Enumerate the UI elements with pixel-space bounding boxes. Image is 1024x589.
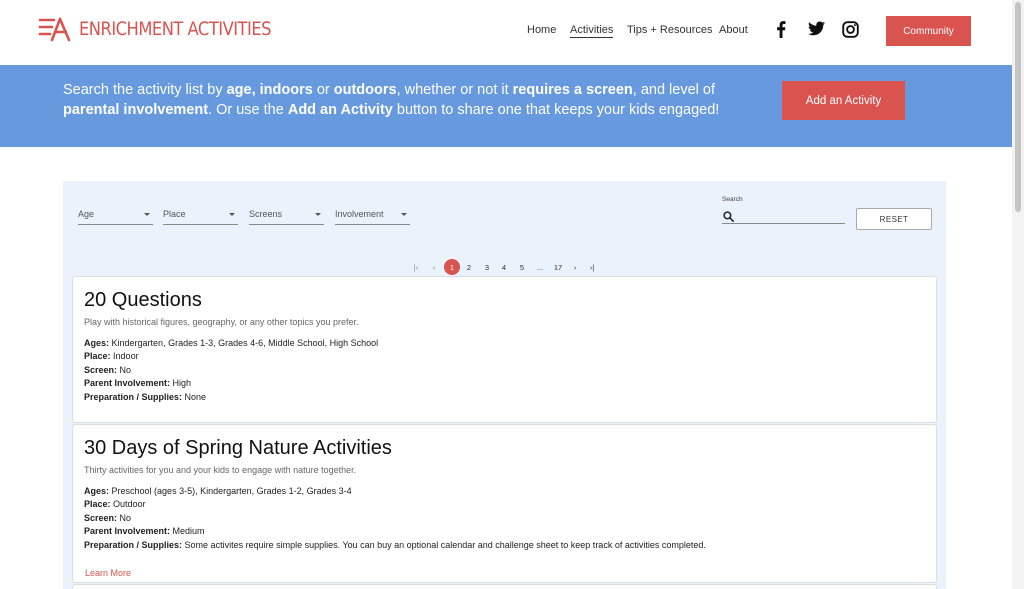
activity-title: 30 Days of Spring Nature Activities [84, 437, 392, 459]
age-filter-select[interactable]: Age [78, 209, 153, 225]
page-17-button[interactable]: 17 [551, 259, 565, 275]
screens-filter-label: Screens [249, 209, 283, 219]
site-header: ENRICHMENT ACTIVITIES Home Activities Ti… [0, 0, 1012, 65]
activity-involvement: Parent Involvement: High [84, 378, 192, 388]
learn-more-link[interactable]: Learn More [85, 568, 131, 578]
activity-card [72, 584, 937, 589]
intro-banner: Search the activity list by age, indoors… [0, 65, 1012, 147]
page-ellipsis: ... [536, 262, 544, 272]
nav-home[interactable]: Home [527, 24, 556, 36]
logo-mark-icon [38, 17, 71, 42]
nav-about[interactable]: About [719, 24, 748, 36]
activity-place: Place: Indoor [84, 351, 139, 361]
reset-button[interactable]: RESET [856, 208, 932, 230]
activity-place: Place: Outdoor [84, 499, 146, 509]
activity-involvement: Parent Involvement: Medium [84, 526, 205, 536]
page-scrollbar[interactable] [1012, 0, 1024, 589]
facebook-icon[interactable] [776, 21, 786, 43]
page-2-button[interactable]: 2 [464, 259, 474, 275]
nav-tips-resources[interactable]: Tips + Resources [627, 24, 713, 36]
screens-filter-select[interactable]: Screens [249, 209, 324, 225]
prev-page-icon[interactable]: ‹ [429, 259, 439, 275]
involvement-filter-select[interactable]: Involvement [335, 209, 410, 225]
activity-description: Play with historical figures, geography,… [84, 317, 359, 327]
place-filter-select[interactable]: Place [163, 209, 238, 225]
involvement-filter-label: Involvement [335, 209, 384, 219]
first-page-icon[interactable]: |‹ [411, 259, 421, 275]
search-input[interactable] [738, 208, 843, 222]
place-filter-label: Place [163, 209, 186, 219]
activity-description: Thirty activities for you and your kids … [84, 465, 357, 475]
chevron-down-icon [315, 213, 321, 216]
activity-screen: Screen: No [84, 513, 132, 523]
age-filter-label: Age [78, 209, 95, 219]
activity-ages: Ages: Kindergarten, Grades 1-3, Grades 4… [84, 338, 379, 348]
page-5-button[interactable]: 5 [517, 259, 527, 275]
instagram-icon[interactable] [842, 21, 859, 43]
last-page-icon[interactable]: ›| [586, 259, 598, 275]
nav-activities[interactable]: Activities [570, 24, 614, 38]
activity-preparation: Preparation / Supplies: Some activites r… [84, 540, 706, 550]
activity-title: 20 Questions [84, 289, 202, 311]
community-button[interactable]: Community [886, 16, 971, 46]
page-4-button[interactable]: 4 [499, 259, 509, 275]
page-1-button[interactable]: 1 [444, 259, 460, 275]
search-icon [723, 209, 734, 227]
activity-ages: Ages: Preschool (ages 3-5), Kindergarten… [84, 486, 352, 496]
pagination: |‹ ‹ 1 2 3 4 5 ... 17 › ›| [0, 259, 1012, 275]
site-logo[interactable]: ENRICHMENT ACTIVITIES [38, 16, 302, 42]
activity-card: 20 Questions Play with historical figure… [72, 276, 937, 423]
chevron-down-icon [144, 213, 150, 216]
scrollbar-thumb[interactable] [1015, 2, 1021, 212]
next-page-icon[interactable]: › [570, 259, 580, 275]
brand-name: ENRICHMENT ACTIVITIES [79, 18, 272, 40]
activity-screen: Screen: No [84, 365, 132, 375]
page-3-button[interactable]: 3 [482, 259, 492, 275]
activity-preparation: Preparation / Supplies: None [84, 392, 207, 402]
banner-text: Search the activity list by age, indoors… [63, 82, 720, 118]
chevron-down-icon [229, 213, 235, 216]
search-label: Search [722, 196, 743, 203]
activity-card: 30 Days of Spring Nature Activities Thir… [72, 424, 937, 583]
chevron-down-icon [401, 213, 407, 216]
search-field[interactable] [722, 207, 845, 224]
add-activity-button[interactable]: Add an Activity [782, 81, 905, 120]
twitter-icon[interactable] [808, 21, 825, 41]
